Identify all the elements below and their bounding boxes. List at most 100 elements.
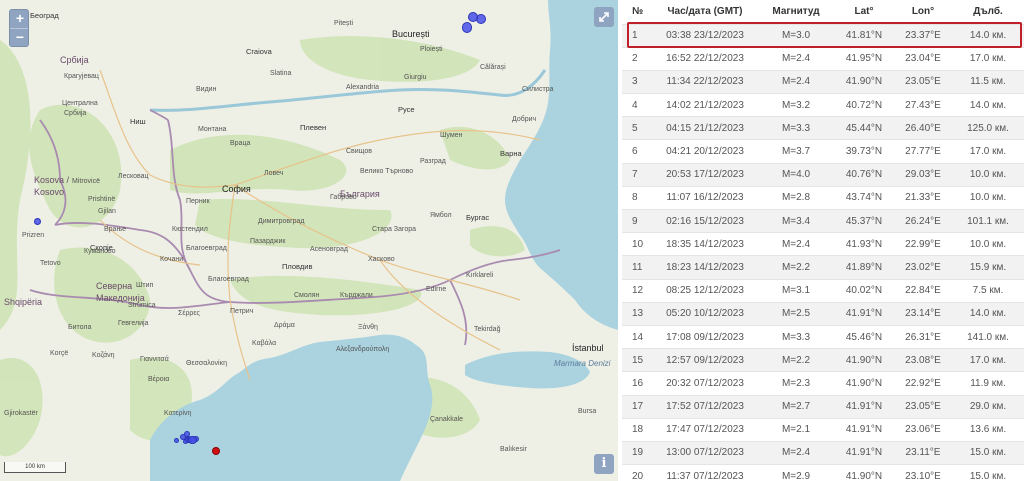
cell-latitude: 41.91°N xyxy=(834,301,894,326)
cell-number: 20 xyxy=(622,464,652,481)
table-body: 1 03:38 23/12/2023 M=3.0 41.81°N 23.37°E 14.0… xyxy=(622,23,1024,481)
cell-time-date: 14:02 21/12/2023 xyxy=(652,93,758,117)
table-row[interactable]: 6 04:21 20/12/2023 M=3.7 39.73°N 27.77°E 17.0… xyxy=(622,139,1024,164)
cell-longitude: 23.11°E xyxy=(894,440,952,465)
map-label: Pitești xyxy=(334,20,354,27)
cell-longitude: 27.77°E xyxy=(894,139,952,164)
cell-latitude: 41.89°N xyxy=(834,255,894,280)
table-row[interactable]: 14 17:08 09/12/2023 M=3.3 45.46°N 26.31°E 141… xyxy=(622,324,1024,349)
info-button[interactable]: i xyxy=(594,454,614,474)
cell-time-date: 20:53 17/12/2023 xyxy=(652,162,758,187)
table-row[interactable]: 12 08:25 12/12/2023 M=3.1 40.02°N 22.84°E 7.5… xyxy=(622,278,1024,303)
table-row[interactable]: 1 03:38 23/12/2023 M=3.0 41.81°N 23.37°E 14.0… xyxy=(622,23,1024,48)
table-row[interactable]: 4 14:02 21/12/2023 M=3.2 40.72°N 27.43°E 14.0… xyxy=(622,93,1024,117)
map-label: Kosovo xyxy=(34,187,65,197)
cell-latitude: 41.81°N xyxy=(834,23,894,48)
cell-depth: 14.0 км. xyxy=(952,301,1024,326)
cell-latitude: 40.02°N xyxy=(834,278,894,303)
table-row[interactable]: 11 18:23 14/12/2023 M=2.2 41.89°N 23.02°E 15.… xyxy=(622,255,1024,280)
zoom-out-button[interactable]: − xyxy=(10,28,28,46)
cell-number: 9 xyxy=(622,208,652,233)
cell-number: 18 xyxy=(622,417,652,442)
quake-marker[interactable] xyxy=(462,22,473,33)
map-label: Габрово xyxy=(330,194,357,201)
cell-longitude: 22.99°E xyxy=(894,232,952,256)
map-label: Плевен xyxy=(300,123,327,132)
cell-latitude: 41.90°N xyxy=(834,69,894,94)
cell-depth: 101.1 км. xyxy=(952,208,1024,233)
cell-number: 1 xyxy=(622,23,652,48)
cell-number: 16 xyxy=(622,371,652,395)
fullscreen-button[interactable] xyxy=(594,7,614,27)
map-label: Strumica xyxy=(128,302,156,309)
map-label: Marmara Denizi xyxy=(554,359,611,368)
table-row[interactable]: 2 16:52 22/12/2023 M=2.4 41.95°N 23.04°E 17.0… xyxy=(622,46,1024,71)
cell-longitude: 26.31°E xyxy=(894,324,952,349)
table-row[interactable]: 20 11:37 07/12/2023 M=2.9 41.90°N 23.10°E 15.… xyxy=(622,464,1024,481)
map-label: Битола xyxy=(68,324,92,331)
cell-magnitude: M=2.4 xyxy=(758,46,834,71)
map-label: Врање xyxy=(104,226,127,233)
cell-longitude: 22.84°E xyxy=(894,278,952,303)
cell-longitude: 23.05°E xyxy=(894,69,952,94)
cell-magnitude: M=2.8 xyxy=(758,185,834,210)
cell-longitude: 23.37°E xyxy=(894,23,952,48)
table-row[interactable]: 9 02:16 15/12/2023 M=3.4 45.37°N 26.24°E 101.… xyxy=(622,208,1024,233)
map-label: Kosova / xyxy=(34,175,70,185)
cell-depth: 141.0 км. xyxy=(952,324,1024,349)
table-row[interactable]: 19 13:00 07/12/2023 M=2.4 41.91°N 23.11°E 15.… xyxy=(622,440,1024,465)
table-row[interactable]: 5 04:15 21/12/2023 M=3.3 45.44°N 26.40°E 125.… xyxy=(622,116,1024,140)
header-magnitude: Магнитуд xyxy=(772,6,820,18)
cell-depth: 10.0 км. xyxy=(952,185,1024,210)
cell-depth: 15.0 км. xyxy=(952,440,1024,465)
cell-longitude: 22.92°E xyxy=(894,371,952,395)
earthquake-map[interactable]: Београд Србија Крагујевац Ниш Централна Србиј… xyxy=(0,0,618,481)
map-label: Асеновград xyxy=(310,246,348,253)
cell-longitude: 23.05°E xyxy=(894,394,952,419)
cell-latitude: 41.90°N xyxy=(834,371,894,395)
cell-time-date: 08:25 12/12/2023 xyxy=(652,278,758,303)
map-label: Balıkesir xyxy=(500,446,527,453)
map-label: Alexandria xyxy=(346,84,380,91)
map-label: Пазарджик xyxy=(250,238,286,245)
header-time-date: Час/дата (GMT) xyxy=(667,6,743,18)
map-label: Kırklareli xyxy=(466,272,494,279)
cell-magnitude: M=3.3 xyxy=(758,324,834,349)
cell-magnitude: M=2.1 xyxy=(758,417,834,442)
cell-depth: 29.0 км. xyxy=(952,394,1024,419)
map-label: Смолян xyxy=(294,292,320,299)
cell-depth: 14.0 км. xyxy=(952,23,1024,48)
table-row[interactable]: 17 17:52 07/12/2023 M=2.7 41.91°N 23.05°E 29.… xyxy=(622,394,1024,419)
cell-latitude: 41.95°N xyxy=(834,46,894,71)
zoom-in-button[interactable]: + xyxy=(10,10,28,28)
map-label: Ямбол xyxy=(430,212,452,219)
cell-magnitude: M=2.5 xyxy=(758,301,834,326)
cell-depth: 125.0 км. xyxy=(952,116,1024,140)
cell-latitude: 43.74°N xyxy=(834,185,894,210)
table-row[interactable]: 7 20:53 17/12/2023 M=4.0 40.76°N 29.03°E 10.0… xyxy=(622,162,1024,187)
map-label: İstanbul xyxy=(572,343,604,353)
map-label: Mitrovicë xyxy=(72,178,101,185)
map-label: Ploiești xyxy=(420,46,443,53)
map-label: Bursa xyxy=(578,408,597,415)
cell-latitude: 45.37°N xyxy=(834,208,894,233)
quake-marker[interactable] xyxy=(468,11,479,22)
cell-time-date: 11:34 22/12/2023 xyxy=(652,69,758,94)
cell-magnitude: M=2.9 xyxy=(758,464,834,481)
cell-time-date: 05:20 10/12/2023 xyxy=(652,301,758,326)
table-row[interactable]: 16 20:32 07/12/2023 M=2.3 41.90°N 22.92°E 11.… xyxy=(622,371,1024,395)
table-row[interactable]: 8 11:07 16/12/2023 M=2.8 43.74°N 21.33°E 10.0… xyxy=(622,185,1024,210)
table-row[interactable]: 18 17:47 07/12/2023 M=2.1 41.91°N 23.06°E 13.… xyxy=(622,417,1024,442)
cell-longitude: 23.04°E xyxy=(894,46,952,71)
table-row[interactable]: 15 12:57 09/12/2023 M=2.2 41.90°N 23.08°E 17.… xyxy=(622,348,1024,372)
cell-magnitude: M=2.3 xyxy=(758,371,834,395)
map-label: Централна xyxy=(62,100,98,107)
map-label: Călărași xyxy=(480,64,506,71)
table-row[interactable]: 13 05:20 10/12/2023 M=2.5 41.91°N 23.14°E 14.… xyxy=(622,301,1024,326)
quake-marker[interactable] xyxy=(188,436,197,445)
map-label: Δράμα xyxy=(274,322,295,329)
map-label: Prizren xyxy=(22,232,45,239)
table-row[interactable]: 10 18:35 14/12/2023 M=2.4 41.93°N 22.99°E 10.… xyxy=(622,232,1024,256)
map-label: Κατερίνη xyxy=(164,410,192,417)
table-row[interactable]: 3 11:34 22/12/2023 M=2.4 41.90°N 23.05°E 11.5… xyxy=(622,69,1024,94)
